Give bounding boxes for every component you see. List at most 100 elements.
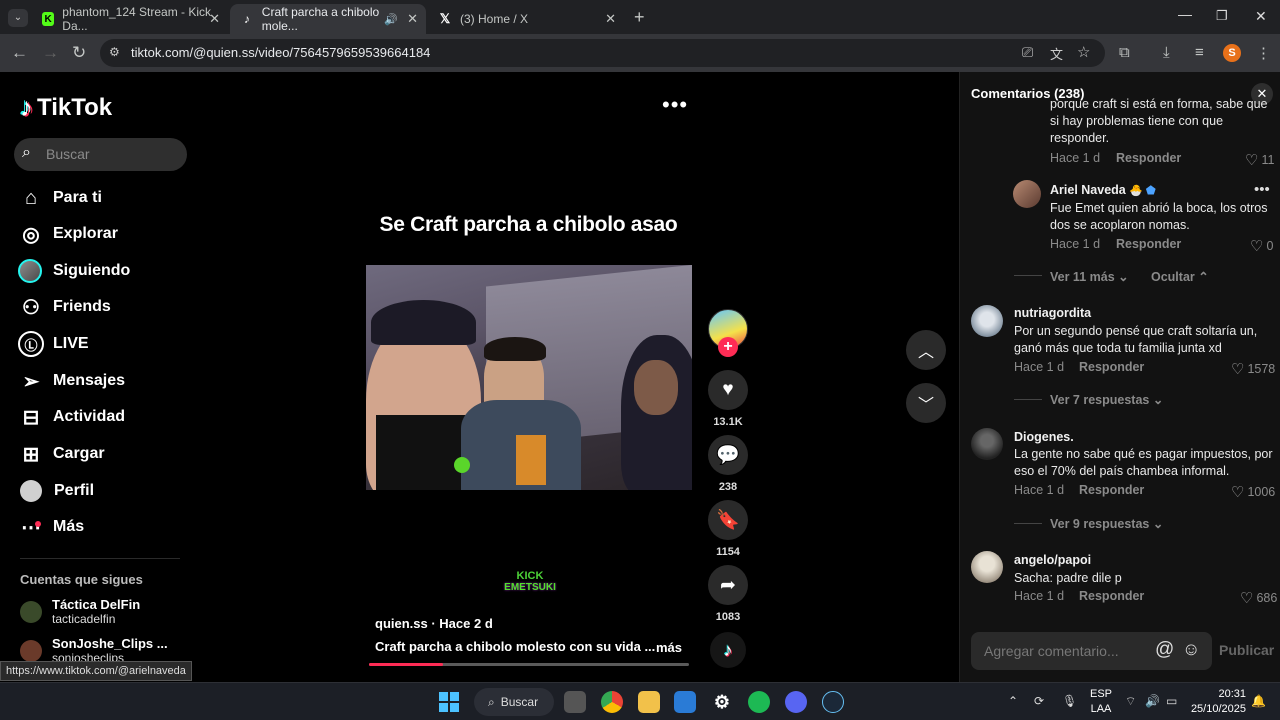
more-options-icon[interactable]: ••• [662,92,688,118]
comment-options-icon[interactable]: ••• [1254,181,1270,198]
volume-icon[interactable]: 🔊 [1145,694,1160,708]
save-action[interactable]: 🔖 1154 [708,500,748,558]
wifi-icon[interactable]: ⌔ [1125,694,1136,709]
comment-username[interactable]: Diogenes. [1014,430,1074,444]
notification-bell-icon[interactable]: 🔔 [1251,694,1266,708]
minimize-icon[interactable]: — [1178,6,1192,22]
sidebar-item-perfil[interactable]: Perfil [18,476,94,506]
tab-kick[interactable]: K phantom_124 Stream - Kick Da... ✕ [32,4,228,34]
sidebar-item-siguiendo[interactable]: Siguiendo [18,256,130,286]
sidebar-item-actividad[interactable]: ⊟ Actividad [18,402,125,432]
battery-icon[interactable]: ▭ [1166,694,1177,708]
settings-icon[interactable]: ⚙ [711,691,733,713]
language-indicator[interactable]: ESP LAA [1086,687,1116,717]
share-action[interactable]: ➦ 1083 [708,565,748,623]
like-action[interactable]: ♥ 13.1K [708,370,748,428]
heart-icon[interactable]: ♥ [708,370,748,410]
address-bar[interactable]: ⚙ tiktok.com/@quien.ss/video/75645796595… [100,39,1105,67]
publish-button[interactable]: Publicar [1219,642,1274,658]
comment-action[interactable]: 💬 238 [708,435,748,493]
following-account[interactable]: Táctica DelFin tacticadelfin [20,597,140,627]
avatar[interactable] [971,305,1003,337]
sidebar-item-para-ti[interactable]: ⌂ Para ti [18,183,102,213]
close-window-icon[interactable]: ✕ [1255,8,1267,25]
new-tab-button[interactable]: + [634,7,645,28]
comment-icon[interactable]: 💬 [708,435,748,475]
search-input[interactable] [46,144,176,164]
next-video-button[interactable]: ﹀ [906,383,946,423]
comment-username[interactable]: nutriagordita [1014,306,1091,320]
close-tab-icon[interactable]: ✕ [605,11,616,27]
sidebar-item-friends[interactable]: ⚇ Friends [18,292,111,322]
avatar[interactable] [971,428,1003,460]
profile-avatar[interactable]: S [1223,44,1241,62]
chrome-icon[interactable] [601,691,623,713]
store-icon[interactable] [674,691,696,713]
download-icon[interactable]: ⤓ [1163,44,1170,61]
sidebar-item-cargar[interactable]: ⊞ Cargar [18,439,105,469]
tiktok-logo[interactable]: ♪ TikTok [20,92,112,123]
extensions-icon[interactable]: ⧉ [1119,44,1130,61]
video-player[interactable] [366,265,692,490]
avatar[interactable] [971,551,1003,583]
reply-button[interactable]: Responder [1079,360,1144,374]
comment-input-box[interactable]: @ ☺ [971,632,1212,670]
emoji-icon[interactable]: ☺ [1182,639,1200,660]
browser-menu-icon[interactable]: ⋮ [1256,44,1271,62]
comment-like[interactable]: ♡ 1578 [1231,360,1275,378]
close-tab-icon[interactable]: ✕ [209,11,220,27]
follow-plus-button[interactable]: + [718,337,738,357]
comment-like[interactable]: ♡ 1006 [1231,483,1275,501]
site-info-icon[interactable]: ⚙ [109,45,120,59]
view-more-replies-button[interactable]: Ver 11 más ⌄ [1050,269,1129,284]
tab-x[interactable]: 𝕏 (3) Home / X ✕ [428,4,624,34]
sidebar-item-live[interactable]: Ⓛ LIVE [18,329,89,359]
hide-replies-button[interactable]: Ocultar ⌃ [1151,269,1209,284]
avatar[interactable] [1013,180,1041,208]
file-explorer-icon[interactable] [638,691,660,713]
sidebar-item-mas[interactable]: ⋯ Más [18,512,84,542]
tab-tiktok[interactable]: ♪ Craft parcha a chibolo mole... 🔊 ✕ [230,4,426,34]
mention-icon[interactable]: @ [1155,639,1174,661]
video-progress-bar[interactable] [369,663,689,666]
audio-playing-icon[interactable]: 🔊 [384,13,398,26]
forward-icon[interactable]: → [42,43,59,63]
windows-start-icon[interactable] [438,691,460,713]
reply-button[interactable]: Responder [1116,237,1181,251]
music-disc-icon[interactable]: ♪ [710,632,746,668]
comment-input[interactable] [984,641,1144,661]
sync-icon[interactable]: ⟳ [1034,694,1044,708]
comment-username[interactable]: angelo/papoi [1014,553,1091,567]
sidebar-item-explorar[interactable]: ◎ Explorar [18,219,118,249]
maximize-icon[interactable]: ❐ [1216,8,1228,24]
tab-search-button[interactable]: ⌄ [8,9,28,27]
spotify-icon[interactable] [748,691,770,713]
sidebar-item-mensajes[interactable]: ➢ Mensajes [18,366,125,396]
share-icon[interactable]: ➦ [708,565,748,605]
reply-button[interactable]: Responder [1079,483,1144,497]
tray-chevron-up-icon[interactable]: ⌃ [1008,694,1018,708]
video-author-line[interactable]: quien.ss · Hace 2 d [375,616,493,631]
reply-button[interactable]: Responder [1079,589,1144,603]
media-controls-icon[interactable]: ≡ [1195,44,1204,61]
comment-username[interactable]: Ariel Naveda 🐣 ⬟ [1050,183,1156,197]
translate-icon[interactable]: 文 [1050,44,1063,63]
taskbar-search[interactable]: ⌕ Buscar [474,688,554,716]
cast-icon[interactable]: ⎚ [1022,44,1033,61]
system-clock[interactable]: 20:31 25/10/2025 [1191,687,1246,717]
task-view-icon[interactable] [564,691,586,713]
search-box[interactable]: ⌕ [14,138,187,171]
close-tab-icon[interactable]: ✕ [407,11,418,27]
discord-icon[interactable] [785,691,807,713]
previous-video-button[interactable]: ︿ [906,330,946,370]
microphone-icon[interactable]: 🎙 [1062,694,1077,708]
view-more-replies-button[interactable]: Ver 7 respuestas ⌄ [1050,392,1163,407]
view-more-replies-button[interactable]: Ver 9 respuestas ⌄ [1050,516,1163,531]
bookmark-icon[interactable]: 🔖 [708,500,748,540]
comment-like[interactable]: ♡ 686 [1240,589,1277,607]
comment-like[interactable]: ♡ 11 [1245,151,1274,169]
reply-button[interactable]: Responder [1116,151,1181,165]
back-icon[interactable]: ← [11,43,28,63]
steam-icon[interactable] [822,691,844,713]
bookmark-star-icon[interactable]: ☆ [1077,43,1090,61]
